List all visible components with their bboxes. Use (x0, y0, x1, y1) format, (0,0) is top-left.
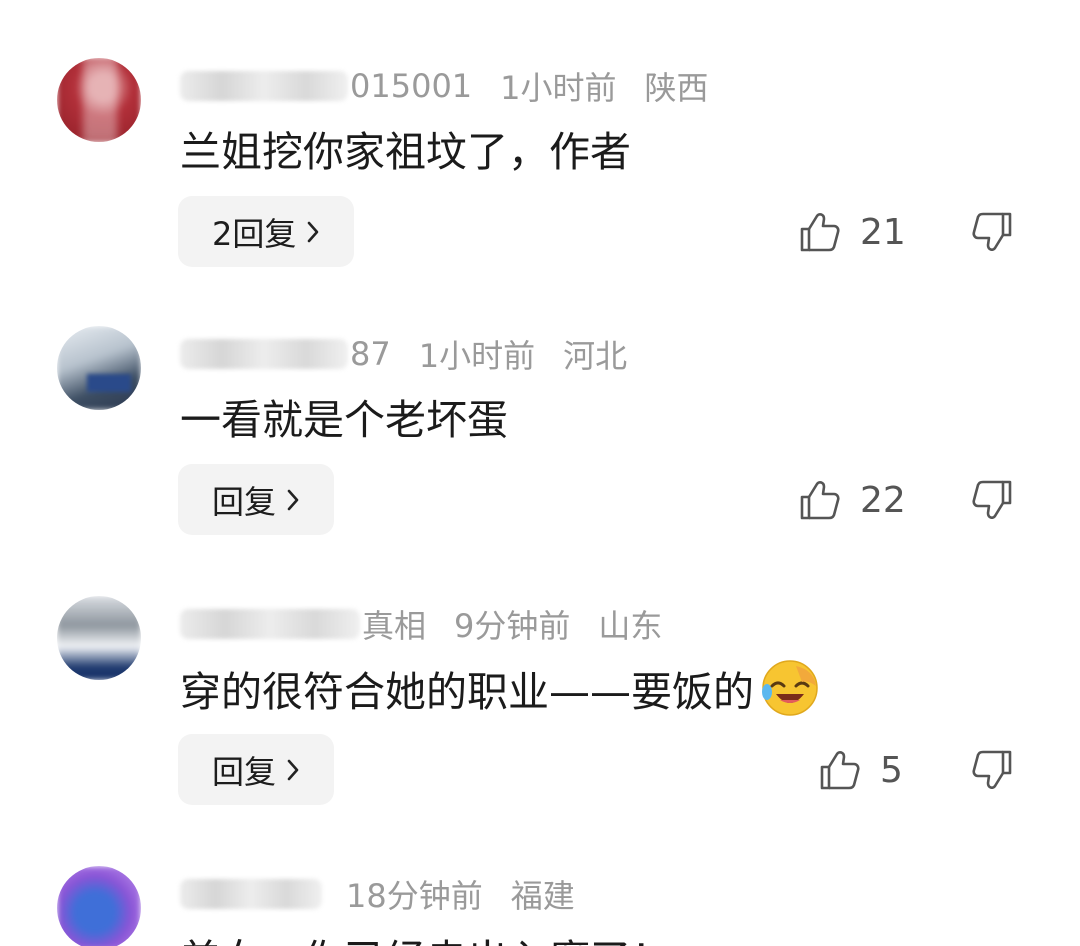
comment-time: 9分钟前 (454, 607, 571, 645)
username-blurred (180, 339, 348, 369)
comment-list: 015001 1小时前 陕西 兰姐挖你家祖坟了，作者 2回复 21 87 1小时… (0, 0, 1080, 946)
comment-text: 穿的很符合她的职业——要饭的 (180, 656, 822, 720)
comment-text: 一看就是个老坏蛋 (180, 386, 508, 446)
like-button[interactable]: 21 (798, 208, 906, 256)
username-suffix: 真相 (362, 607, 427, 645)
thumb-up-icon (800, 213, 840, 252)
chevron-right-icon (308, 221, 319, 242)
comment-text-content: 美女，你已经走出入魔了！ (180, 926, 672, 946)
laughing-crying-emoji (758, 656, 822, 720)
comment-time: 1小时前 (418, 337, 536, 375)
comment-location: 河北 (563, 337, 628, 375)
comment-meta: 真相 9分钟前 山东 (180, 602, 662, 646)
reply-button[interactable]: 回复 (178, 464, 335, 535)
thumb-down-icon[interactable] (970, 748, 1014, 792)
like-button[interactable]: 22 (798, 476, 906, 524)
reply-label: 回复 (212, 482, 277, 521)
username-suffix: 015001 (350, 67, 473, 105)
comment-location: 山东 (598, 607, 663, 645)
comment-meta: 015001 1小时前 陕西 (180, 64, 709, 108)
comment-location: 陕西 (644, 69, 709, 107)
reply-label: 回复 (212, 752, 277, 791)
avatar[interactable] (57, 596, 141, 680)
like-button[interactable]: 5 (818, 746, 903, 794)
like-count: 21 (860, 211, 906, 253)
chevron-right-icon (287, 489, 299, 510)
comment-text-content: 兰姐挖你家祖坟了，作者 (180, 128, 631, 176)
like-count: 5 (880, 749, 903, 791)
thumb-down-icon[interactable] (970, 478, 1014, 522)
username-blurred (180, 609, 360, 639)
thumb-up-icon (800, 481, 840, 520)
comment-meta: 18分钟前 福建 (180, 872, 575, 916)
comment-location: 福建 (510, 877, 575, 915)
like-count: 22 (860, 479, 906, 521)
avatar[interactable] (57, 866, 141, 946)
comment-meta: 87 1小时前 河北 (180, 332, 627, 376)
chevron-right-icon (287, 759, 299, 780)
comment-time: 18分钟前 (346, 877, 483, 915)
comment-text: 美女，你已经走出入魔了！ (180, 926, 672, 946)
reply-label: 2回复 (212, 214, 297, 253)
thumb-down-icon[interactable] (970, 210, 1014, 254)
username-blurred (180, 879, 322, 909)
reply-button[interactable]: 2回复 (178, 196, 355, 267)
avatar[interactable] (57, 58, 141, 142)
username-blurred (180, 71, 348, 101)
thumb-up-icon (820, 751, 860, 790)
comment-text-content: 穿的很符合她的职业——要饭的 (180, 668, 754, 716)
avatar[interactable] (57, 326, 141, 410)
comment-time: 1小时前 (500, 69, 617, 107)
username-suffix: 87 (350, 335, 391, 373)
comment-text-content: 一看就是个老坏蛋 (180, 396, 508, 444)
comment-text: 兰姐挖你家祖坟了，作者 (180, 118, 631, 178)
reply-button[interactable]: 回复 (178, 734, 335, 805)
